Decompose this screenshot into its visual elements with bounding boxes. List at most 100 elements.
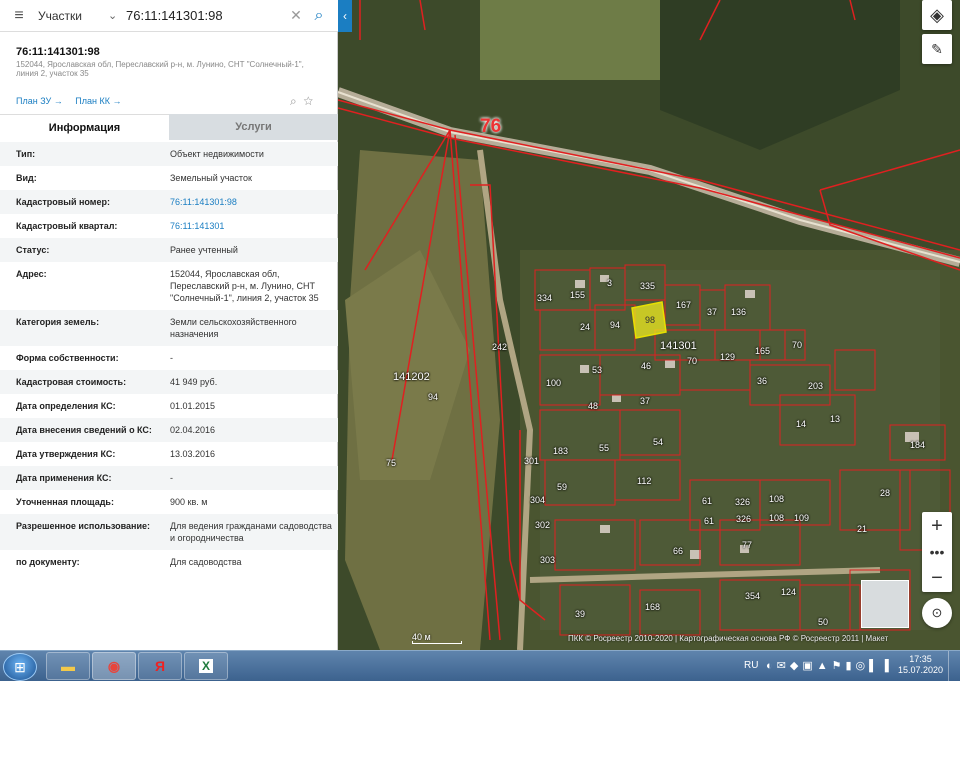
info-row: Кадастровый номер: 76:11:141301:98 <box>0 190 338 214</box>
info-row: Статус: Ранее учтенный <box>0 238 338 262</box>
plan-kk-link[interactable]: План КК → <box>75 96 121 106</box>
info-key: Разрешенное использование: <box>16 521 150 531</box>
parcel-label[interactable]: 302 <box>535 520 550 530</box>
clock[interactable]: 17:35 15.07.2020 <box>898 654 943 676</box>
zoom-out-button[interactable]: − <box>931 568 943 588</box>
info-row: Кадастровый квартал: 76:11:141301 <box>0 214 338 238</box>
parcel-label[interactable]: 46 <box>641 361 651 371</box>
info-row: Вид: Земельный участок <box>0 166 338 190</box>
search-icon[interactable]: ⌕ <box>306 7 332 25</box>
parcel-label[interactable]: 36 <box>757 376 767 386</box>
info-value: 900 кв. м <box>170 497 208 507</box>
taskbar-explorer[interactable]: ▬ <box>46 652 90 680</box>
parcel-label[interactable]: 48 <box>588 401 598 411</box>
parcel-label[interactable]: 108 <box>769 494 784 504</box>
parcel-label[interactable]: 14 <box>796 419 806 429</box>
parcel-label[interactable]: 77 <box>742 540 752 550</box>
zoom-in-button[interactable]: + <box>931 516 943 536</box>
windows-logo-icon: ⊞ <box>14 658 26 675</box>
parcel-label[interactable]: 168 <box>645 602 660 612</box>
parcel-label[interactable]: 155 <box>570 290 585 300</box>
search-category-select[interactable]: Участки <box>38 9 108 23</box>
start-button[interactable]: ⊞ <box>3 653 37 681</box>
parcel-label[interactable]: 136 <box>731 307 746 317</box>
parcel-label[interactable]: 167 <box>676 300 691 310</box>
parcel-label[interactable]: 21 <box>857 524 867 534</box>
parcel-label[interactable]: 94 <box>610 320 620 330</box>
parcel-label[interactable]: 203 <box>808 381 823 391</box>
info-key: Категория земель: <box>16 317 100 327</box>
chevron-left-icon: ‹ <box>343 9 347 23</box>
menu-icon[interactable]: ≡ <box>0 7 38 25</box>
parcel-label[interactable]: 37 <box>640 396 650 406</box>
parcel-label[interactable]: 303 <box>540 555 555 565</box>
zoom-control: + ••• − <box>922 512 952 592</box>
chevron-down-icon[interactable]: ⌄ <box>108 9 126 22</box>
parcel-label[interactable]: 184 <box>910 440 925 450</box>
parcel-label[interactable]: 354 <box>745 591 760 601</box>
parcel-label[interactable]: 61 <box>702 496 712 506</box>
folder-icon: ▬ <box>61 658 75 674</box>
parcel-label[interactable]: 109 <box>794 513 809 523</box>
ruler-button[interactable]: ✎ <box>922 34 952 64</box>
parcel-label[interactable]: 183 <box>553 446 568 456</box>
language-indicator[interactable]: RU <box>744 660 758 671</box>
parcel-label[interactable]: 66 <box>673 546 683 556</box>
search-input[interactable] <box>126 3 286 28</box>
parcel-label[interactable]: 13 <box>830 414 840 424</box>
collapse-panel-button[interactable]: ‹ <box>338 0 352 32</box>
tray-icons[interactable]: ◐✉◆▣▲⚑▮◎▌▐ <box>766 659 893 672</box>
parcel-label[interactable]: 112 <box>637 476 651 486</box>
parcel-label[interactable]: 334 <box>537 293 552 303</box>
parcel-label[interactable]: 24 <box>580 322 590 332</box>
search-area-icon[interactable]: ⌕ <box>290 94 297 108</box>
clear-icon[interactable]: ✕ <box>286 7 306 24</box>
plan-zu-link[interactable]: План ЗУ → <box>16 96 63 106</box>
parcel-label[interactable]: 54 <box>653 437 663 447</box>
info-row: Тип: Объект недвижимости <box>0 142 338 166</box>
taskbar-chrome[interactable]: ◉ <box>92 652 136 680</box>
parcel-label[interactable]: 326 <box>735 497 750 507</box>
parcel-label[interactable]: 59 <box>557 482 567 492</box>
parcel-label[interactable]: 165 <box>755 346 770 356</box>
parcel-label[interactable]: 55 <box>599 443 609 453</box>
parcel-label[interactable]: 61 <box>704 516 714 526</box>
parcel-label[interactable]: 75 <box>386 458 396 468</box>
show-desktop-button[interactable] <box>948 651 960 681</box>
parcel-label[interactable]: 53 <box>592 365 602 375</box>
taskbar-excel[interactable]: X <box>184 652 228 680</box>
parcel-label[interactable]: 94 <box>428 392 438 402</box>
parcel-label[interactable]: 304 <box>530 495 545 505</box>
tab-services[interactable]: Услуги <box>169 114 338 140</box>
parcel-label[interactable]: 108 <box>769 513 784 523</box>
parcel-label[interactable]: 28 <box>880 488 890 498</box>
parcel-label[interactable]: 3 <box>607 278 612 288</box>
info-row: Категория земель: Земли сельскохозяйствен… <box>0 310 338 346</box>
parcel-label-selected[interactable]: 98 <box>645 315 655 325</box>
cadastral-quarter-link[interactable]: 76:11:141301 <box>170 220 335 232</box>
parcel-label[interactable]: 124 <box>781 587 796 597</box>
parcel-label[interactable]: 129 <box>720 352 735 362</box>
cadastral-number-link[interactable]: 76:11:141301:98 <box>170 196 335 208</box>
parcel-label[interactable]: 70 <box>792 340 802 350</box>
parcel-label[interactable]: 39 <box>575 609 585 619</box>
compass-button[interactable]: ⊙ <box>922 598 952 628</box>
info-row: Дата внесения сведений о КС: 02.04.2016 <box>0 418 338 442</box>
parcel-label[interactable]: 50 <box>818 617 828 627</box>
parcel-label[interactable]: 335 <box>640 281 655 291</box>
parcel-label[interactable]: 100 <box>546 378 561 388</box>
tab-info[interactable]: Информация <box>0 114 169 140</box>
parcel-label[interactable]: 326 <box>736 514 751 524</box>
star-icon[interactable]: ☆ <box>303 94 313 108</box>
layers-button[interactable]: ◈ <box>922 0 952 30</box>
parcel-label[interactable]: 242 <box>492 342 507 352</box>
parcel-label[interactable]: 301 <box>524 456 539 466</box>
parcel-label[interactable]: 70 <box>687 356 697 366</box>
minimap[interactable] <box>861 580 909 628</box>
more-icon[interactable]: ••• <box>930 542 945 562</box>
parcel-label[interactable]: 37 <box>707 307 717 317</box>
info-row: Форма собственности: - <box>0 346 338 370</box>
info-key: Дата определения КС: <box>16 401 116 411</box>
yandex-icon: Я <box>154 658 166 674</box>
taskbar-yandex[interactable]: Я <box>138 652 182 680</box>
